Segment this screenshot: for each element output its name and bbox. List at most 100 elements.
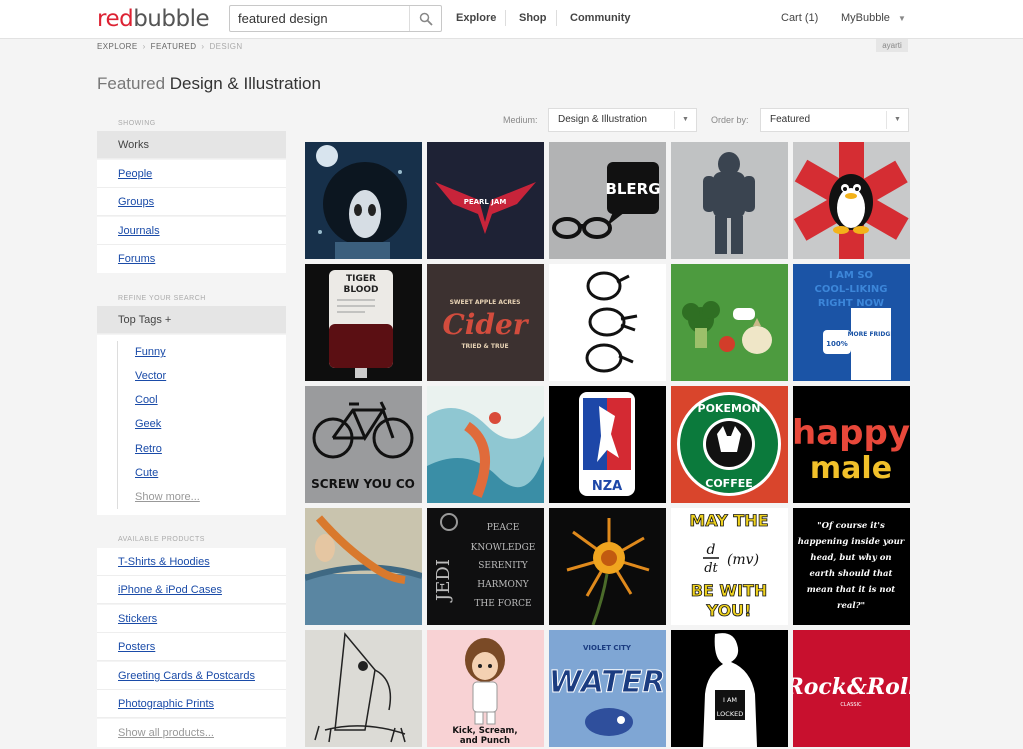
- tag-link[interactable]: Cute: [135, 467, 158, 479]
- artwork-caption: SERENITY: [478, 561, 529, 571]
- artwork-caption: CLASSIC: [840, 702, 862, 708]
- redbubble-logo[interactable]: redbubble: [97, 6, 210, 32]
- order-select[interactable]: Featured ▼: [760, 108, 909, 132]
- sidebar-link-people[interactable]: People: [118, 168, 152, 180]
- artwork-caption: PEARL JAM: [464, 198, 507, 206]
- artwork-tile[interactable]: [427, 386, 544, 503]
- product-link[interactable]: Photographic Prints: [118, 698, 214, 710]
- artwork-tile[interactable]: SWEET APPLE ACRES Cider TRIED & TRUE: [427, 264, 544, 381]
- svg-text:d: d: [707, 542, 716, 558]
- chevron-down-icon: ▼: [886, 111, 908, 129]
- artwork-tile[interactable]: [305, 142, 422, 259]
- artwork-tile[interactable]: [671, 142, 788, 259]
- mybubble-menu[interactable]: MyBubble: [841, 12, 890, 24]
- artwork-tile[interactable]: JEDI PEACE KNOWLEDGE SERENITY HARMONY THE FOR…: [427, 508, 544, 625]
- show-all-products-link[interactable]: Show all products...: [118, 727, 214, 739]
- products-label: AVAILABLE PRODUCTS: [118, 536, 205, 543]
- breadcrumb-featured[interactable]: FEATURED: [151, 42, 197, 51]
- product-link[interactable]: T-Shirts & Hoodies: [118, 556, 210, 568]
- tags-show-more[interactable]: Show more...: [135, 491, 200, 503]
- artwork-vegetables: [671, 264, 788, 381]
- artwork-tile[interactable]: TIGER BLOOD: [305, 264, 422, 381]
- sidebar-link-journals[interactable]: Journals: [118, 225, 160, 237]
- user-tag[interactable]: ayarti: [876, 39, 908, 52]
- medium-value: Design & Illustration: [558, 114, 647, 125]
- artwork-caption: MORE FRIDGE: [848, 331, 895, 338]
- artwork-tile[interactable]: "Of course it's happening inside your head…: [793, 508, 910, 625]
- sidebar-item-forums[interactable]: Forums: [97, 245, 286, 273]
- tag-geek[interactable]: Geek: [135, 418, 161, 430]
- product-link[interactable]: Greeting Cards & Postcards: [118, 670, 255, 682]
- tag-vector[interactable]: Vector: [135, 370, 166, 382]
- show-more-link[interactable]: Show more...: [135, 491, 200, 503]
- artwork-tile[interactable]: happy male: [793, 386, 910, 503]
- artwork-tile[interactable]: [549, 264, 666, 381]
- product-item[interactable]: Show all products...: [97, 719, 286, 747]
- sidebar-link-groups[interactable]: Groups: [118, 196, 154, 208]
- artwork-caption: "Of course it's: [817, 521, 885, 531]
- product-link[interactable]: Posters: [118, 641, 155, 653]
- artwork-tile[interactable]: POKEMON COFFEE: [671, 386, 788, 503]
- artwork-tile[interactable]: VIOLET CITY WATER: [549, 630, 666, 747]
- nav-explore[interactable]: Explore: [456, 12, 496, 24]
- artwork-tile[interactable]: Kick, Scream, and Punch: [427, 630, 544, 747]
- artwork-tile[interactable]: SCREW YOU CO: [305, 386, 422, 503]
- artwork-tile[interactable]: MAY THE d dt (mv) BE WITH YOU!: [671, 508, 788, 625]
- artwork-tile[interactable]: [305, 630, 422, 747]
- artwork-tile[interactable]: I AM SO COOL-LIKING RIGHT NOW 100% MORE FRID…: [793, 264, 910, 381]
- artwork-rock-and-roll: Rock&Roll CLASSIC: [793, 630, 910, 747]
- artwork-caption: SCREW YOU CO: [311, 477, 415, 491]
- artwork-tile[interactable]: BLERG: [549, 142, 666, 259]
- tag-cute[interactable]: Cute: [135, 467, 158, 479]
- artwork-caption: JEDI: [433, 559, 454, 603]
- tag-link[interactable]: Cool: [135, 394, 158, 406]
- page-title: Featured Design & Illustration: [97, 74, 321, 94]
- artwork-tile[interactable]: I AM LOCKED: [671, 630, 788, 747]
- tag-link[interactable]: Funny: [135, 346, 166, 358]
- artwork-tile[interactable]: Rock&Roll CLASSIC: [793, 630, 910, 747]
- search-input[interactable]: [230, 6, 410, 31]
- sidebar-link-forums[interactable]: Forums: [118, 253, 155, 265]
- chevron-down-icon[interactable]: ▼: [898, 14, 906, 23]
- product-item[interactable]: Posters: [97, 633, 286, 661]
- artwork-bicycle: SCREW YOU CO: [305, 386, 422, 503]
- sidebar-item-journals[interactable]: Journals: [97, 217, 286, 245]
- cart-link[interactable]: Cart (1): [781, 12, 818, 24]
- artwork-caption: TRIED & TRUE: [461, 343, 508, 350]
- product-link[interactable]: Stickers: [118, 613, 157, 625]
- tag-retro[interactable]: Retro: [135, 443, 162, 455]
- artwork-tile[interactable]: PEARL JAM: [427, 142, 544, 259]
- artwork-locked-silhouette: I AM LOCKED: [671, 630, 788, 747]
- artwork-tile[interactable]: [305, 508, 422, 625]
- tag-link[interactable]: Geek: [135, 418, 161, 430]
- product-item[interactable]: iPhone & iPod Cases: [97, 576, 286, 604]
- logo-red-part: red: [97, 6, 134, 32]
- tag-link[interactable]: Vector: [135, 370, 166, 382]
- breadcrumb-explore[interactable]: EXPLORE: [97, 42, 138, 51]
- product-item[interactable]: Stickers: [97, 605, 286, 633]
- artwork-caption: I AM: [723, 696, 737, 704]
- artwork-tile[interactable]: NZA: [549, 386, 666, 503]
- artwork-caption: COFFEE: [705, 477, 752, 490]
- artwork-tile[interactable]: [793, 142, 910, 259]
- top-tags-toggle[interactable]: Top Tags +: [97, 306, 286, 334]
- search-button[interactable]: [409, 6, 441, 31]
- artwork-tile[interactable]: [671, 264, 788, 381]
- product-link[interactable]: iPhone & iPod Cases: [118, 584, 222, 596]
- product-item[interactable]: Photographic Prints: [97, 690, 286, 718]
- tag-funny[interactable]: Funny: [135, 346, 166, 358]
- artwork-dandelion: [549, 508, 666, 625]
- medium-select[interactable]: Design & Illustration ▼: [548, 108, 697, 132]
- sidebar-item-groups[interactable]: Groups: [97, 188, 286, 216]
- nav-community[interactable]: Community: [570, 12, 631, 24]
- sidebar-item-works[interactable]: Works: [97, 131, 286, 159]
- tag-link[interactable]: Retro: [135, 443, 162, 455]
- nav-shop[interactable]: Shop: [519, 12, 547, 24]
- artwork-caption: happy: [793, 413, 910, 453]
- artwork-cool-fridge: I AM SO COOL-LIKING RIGHT NOW 100%MORE FRID…: [793, 264, 910, 381]
- product-item[interactable]: T-Shirts & Hoodies: [97, 548, 286, 576]
- sidebar-item-people[interactable]: People: [97, 160, 286, 188]
- artwork-tile[interactable]: [549, 508, 666, 625]
- product-item[interactable]: Greeting Cards & Postcards: [97, 662, 286, 690]
- tag-cool[interactable]: Cool: [135, 394, 158, 406]
